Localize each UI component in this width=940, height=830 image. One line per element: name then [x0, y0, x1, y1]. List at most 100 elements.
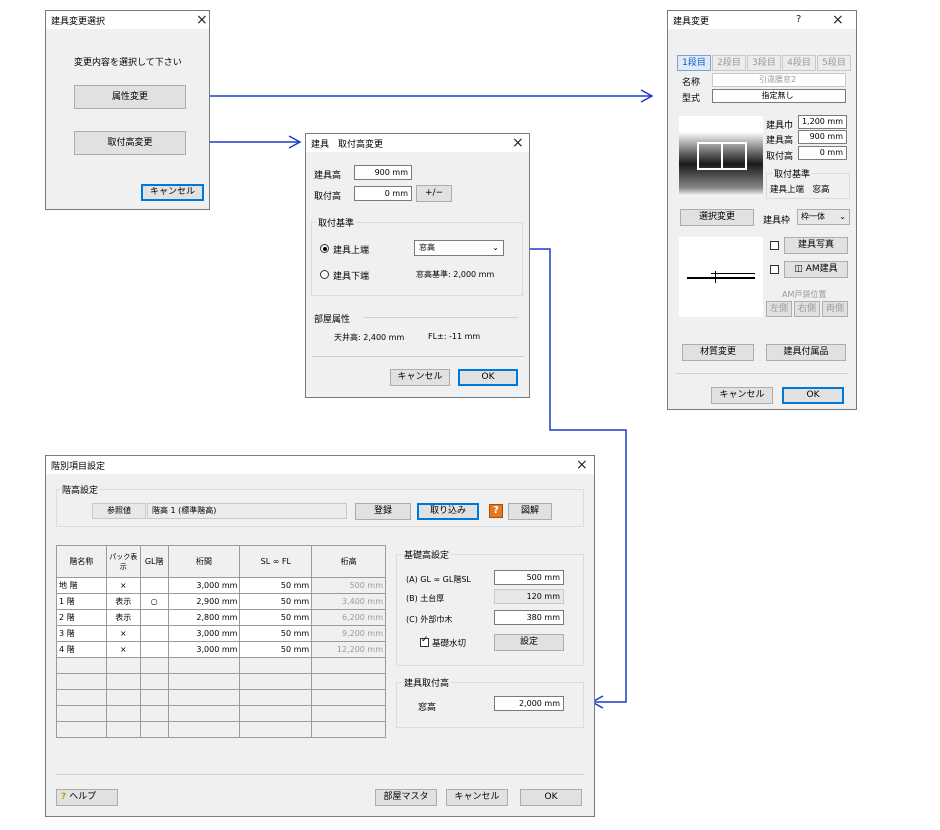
- tab-tier-3[interactable]: 3段目: [747, 55, 781, 71]
- setting-button[interactable]: 設定: [494, 634, 564, 651]
- am-door-button[interactable]: ◫ AM建具: [784, 261, 848, 278]
- ok-button[interactable]: OK: [782, 387, 844, 404]
- base-combo[interactable]: 窓高 ⌄: [414, 240, 504, 256]
- room-master-button[interactable]: 部屋マスタ: [375, 789, 437, 806]
- type-field[interactable]: 指定無し: [712, 89, 846, 103]
- table-row[interactable]: 2 階 表示 2,800 mm 50 mm 6,200 mm: [56, 609, 386, 626]
- ok-button[interactable]: OK: [520, 789, 582, 806]
- plus-minus-button[interactable]: +/−: [416, 185, 452, 202]
- door-accessory-button[interactable]: 建具付属品: [766, 344, 846, 361]
- help-button[interactable]: ? ヘルプ: [56, 789, 118, 806]
- help-question-icon[interactable]: ?: [489, 504, 503, 518]
- cancel-button[interactable]: キャンセル: [711, 387, 773, 404]
- height-cell: 9,200 mm: [311, 625, 386, 642]
- attribute-change-button[interactable]: 属性変更: [74, 85, 186, 109]
- slfl-cell[interactable]: 50 mm: [239, 577, 313, 594]
- tab-tier-1[interactable]: 1段目: [677, 55, 711, 71]
- slfl-cell[interactable]: 50 mm: [239, 593, 313, 610]
- pack-cell[interactable]: ×: [105, 577, 141, 594]
- floor-name-cell: 4 階: [56, 641, 107, 658]
- tab-tier-5[interactable]: 5段目: [817, 55, 851, 71]
- door-photo-checkbox[interactable]: [770, 241, 779, 250]
- table-row[interactable]: 地 階 × 3,000 mm 50 mm 500 mm: [56, 577, 386, 594]
- register-button[interactable]: 登録: [355, 503, 411, 520]
- dialog-title: 建具変更: [673, 17, 710, 27]
- door-height-field[interactable]: 900 mm: [354, 165, 412, 180]
- gl-sl-field[interactable]: 500 mm: [494, 570, 564, 585]
- name-label: 名称: [682, 78, 701, 88]
- right-side-button[interactable]: 右側: [794, 301, 820, 317]
- table-row-empty: [56, 721, 386, 738]
- door-photo-button[interactable]: 建具写真: [784, 237, 848, 254]
- width-field[interactable]: 1,200 mm: [798, 115, 847, 129]
- title-bar: 建具 取付高変更 ×: [306, 134, 529, 152]
- am-door-checkbox[interactable]: [770, 265, 779, 274]
- type-label: 型式: [682, 94, 701, 104]
- both-sides-button[interactable]: 両側: [822, 301, 848, 317]
- bottom-edge-radio[interactable]: [320, 270, 329, 279]
- ok-button[interactable]: OK: [458, 369, 518, 386]
- header-sl-fl: SL ∞ FL: [239, 545, 313, 578]
- height-field[interactable]: 900 mm: [798, 130, 847, 144]
- close-icon[interactable]: ×: [512, 134, 524, 152]
- table-row[interactable]: 1 階 表示 ○ 2,900 mm 50 mm 3,400 mm: [56, 593, 386, 610]
- gl-cell[interactable]: [139, 625, 169, 642]
- pack-cell[interactable]: 表示: [105, 609, 141, 626]
- span-cell[interactable]: 3,000 mm: [167, 641, 241, 658]
- close-icon[interactable]: ×: [576, 456, 588, 474]
- baseboard-field[interactable]: 380 mm: [494, 610, 564, 625]
- gl-cell[interactable]: [139, 609, 169, 626]
- chevron-down-icon: ⌄: [492, 243, 499, 252]
- mount-height-change-button[interactable]: 取付高変更: [74, 131, 186, 155]
- height-cell: 6,200 mm: [311, 609, 386, 626]
- mount-field[interactable]: 0 mm: [798, 146, 847, 160]
- table-row[interactable]: 3 階 × 3,000 mm 50 mm 9,200 mm: [56, 625, 386, 642]
- bottom-divider: [676, 373, 848, 374]
- gl-cell[interactable]: [139, 577, 169, 594]
- floor-table: 階名称 パック表示 GL階 桁間 SL ∞ FL 桁高 地 階 × 3,000 …: [56, 545, 386, 738]
- left-side-button[interactable]: 左側: [766, 301, 792, 317]
- span-cell[interactable]: 3,000 mm: [167, 625, 241, 642]
- pack-cell[interactable]: 表示: [105, 593, 141, 610]
- help-icon[interactable]: ?: [796, 11, 801, 29]
- mark-line: [715, 271, 716, 283]
- frame-combo[interactable]: 枠一体 ⌄: [797, 209, 850, 225]
- prompt-text: 変更内容を選択して下さい: [74, 58, 182, 68]
- material-change-button[interactable]: 材質変更: [682, 344, 754, 361]
- cancel-button[interactable]: キャンセル: [446, 789, 508, 806]
- span-cell[interactable]: 3,000 mm: [167, 577, 241, 594]
- mount-height-field[interactable]: 0 mm: [354, 186, 412, 201]
- slfl-cell[interactable]: 50 mm: [239, 625, 313, 642]
- door-change-select-dialog: 建具変更選択 × 変更内容を選択して下さい 属性変更 取付高変更 キャンセル: [45, 10, 210, 210]
- window-base-info: 窓高基準: 2,000 mm: [416, 270, 495, 279]
- dialog-title: 階別項目設定: [51, 462, 106, 472]
- window-height-field[interactable]: 2,000 mm: [494, 696, 564, 711]
- import-button[interactable]: 取り込み: [417, 503, 479, 520]
- window-frame: [697, 142, 747, 170]
- tab-tier-4[interactable]: 4段目: [782, 55, 816, 71]
- cancel-button[interactable]: キャンセル: [141, 184, 204, 201]
- slfl-cell[interactable]: 50 mm: [239, 641, 313, 658]
- diagram-button[interactable]: 図解: [508, 503, 552, 520]
- gl-cell[interactable]: ○: [139, 593, 169, 610]
- slfl-cell[interactable]: 50 mm: [239, 609, 313, 626]
- span-cell[interactable]: 2,900 mm: [167, 593, 241, 610]
- reference-value: 階高 1 (標準階高): [147, 503, 347, 519]
- close-icon[interactable]: ×: [196, 11, 208, 29]
- table-row[interactable]: 4 階 × 3,000 mm 50 mm 12,200 mm: [56, 641, 386, 658]
- top-edge-radio[interactable]: [320, 244, 329, 253]
- help-question-text: ?: [493, 505, 499, 516]
- pack-cell[interactable]: ×: [105, 625, 141, 642]
- am-door-label: AM建具: [805, 264, 838, 274]
- name-field[interactable]: 引違腰窓2: [712, 73, 846, 87]
- frame-label: 建具枠: [763, 216, 791, 226]
- title-bar: 建具変更 ? ×: [668, 11, 856, 29]
- gl-cell[interactable]: [139, 641, 169, 658]
- pack-cell[interactable]: ×: [105, 641, 141, 658]
- cancel-button[interactable]: キャンセル: [390, 369, 450, 386]
- tab-tier-2[interactable]: 2段目: [712, 55, 746, 71]
- close-icon[interactable]: ×: [832, 11, 844, 29]
- span-cell[interactable]: 2,800 mm: [167, 609, 241, 626]
- sill-field: 120 mm: [494, 589, 564, 604]
- select-change-button[interactable]: 選択変更: [680, 209, 754, 226]
